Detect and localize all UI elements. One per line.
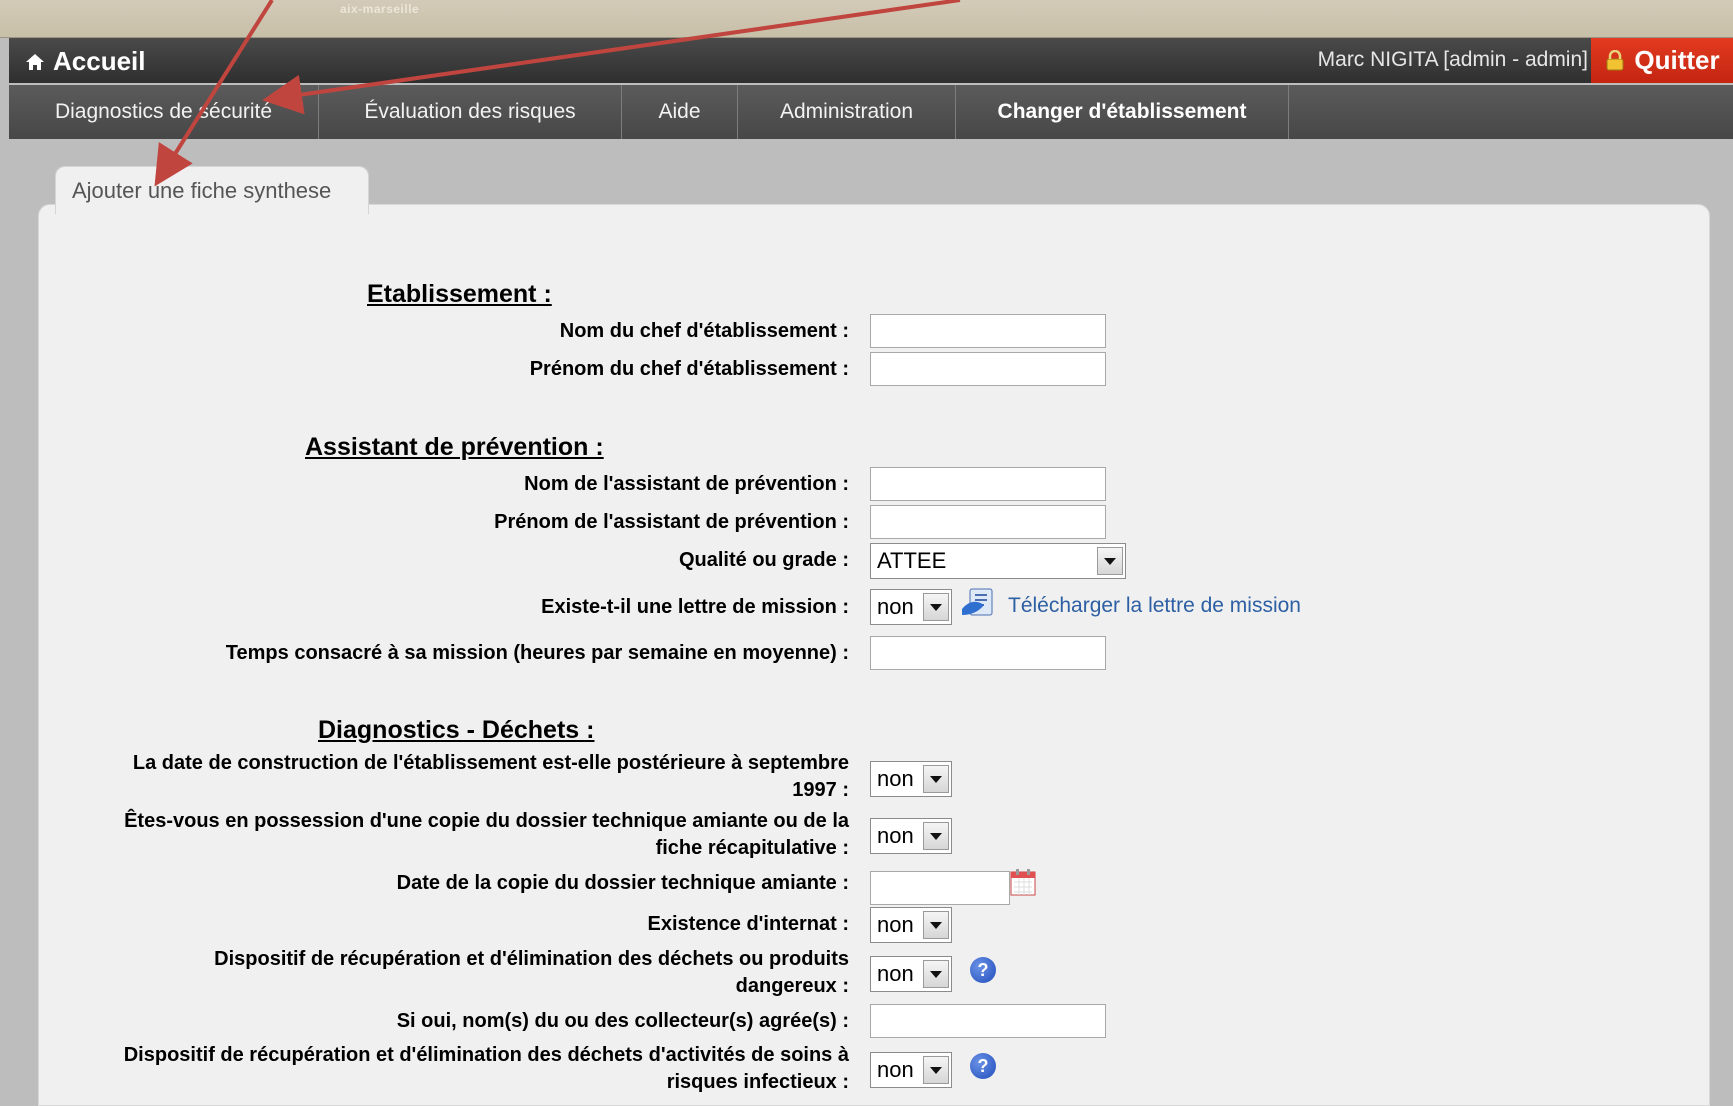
dispositif-dasri-label-line1: Dispositif de récupération et d'éliminat…	[123, 1044, 849, 1066]
dispositif-dangereux-label-line2: dangereux :	[735, 975, 849, 997]
quit-label: Quitter	[1634, 45, 1720, 75]
date-construction-select[interactable]: non	[870, 761, 952, 797]
dispositif-dasri-label: Dispositif de récupération et d'éliminat…	[124, 1042, 849, 1096]
home-label: Accueil	[53, 46, 146, 76]
nom-assistant-input[interactable]	[870, 467, 1106, 501]
home-link[interactable]: Accueil	[25, 46, 146, 77]
date-construction-label-line2: 1997 :	[792, 779, 849, 801]
copie-dta-label-line1: Êtes-vous en possession d'une copie du d…	[124, 810, 849, 832]
menu-item-aide[interactable]: Aide	[622, 85, 738, 139]
section-assistant-title: Assistant de prévention :	[305, 433, 604, 461]
prenom-chef-input[interactable]	[870, 352, 1106, 386]
chevron-down-icon[interactable]	[1097, 547, 1123, 575]
chevron-down-icon[interactable]	[923, 765, 949, 793]
lettre-mission-label: Existe-t-il une lettre de mission :	[541, 596, 849, 618]
lettre-mission-value: non	[877, 594, 914, 619]
dispositif-dasri-select[interactable]: non	[870, 1052, 952, 1088]
qualite-value: ATTEE	[877, 548, 947, 573]
date-construction-label-line1: La date de construction de l'établisseme…	[132, 752, 849, 774]
menu-item-diagnostics[interactable]: Diagnostics de sécurité	[9, 85, 319, 139]
qualite-label: Qualité ou grade :	[678, 549, 849, 571]
chevron-down-icon[interactable]	[923, 960, 949, 988]
lock-icon	[1606, 49, 1624, 70]
dispositif-dasri-label-line2: risques infectieux :	[666, 1071, 849, 1093]
help-icon[interactable]: ?	[970, 957, 996, 983]
quit-button[interactable]: Quitter	[1591, 38, 1733, 83]
qualite-select[interactable]: ATTEE	[870, 543, 1126, 579]
menu-item-changer-etablissement[interactable]: Changer d'établissement	[956, 85, 1289, 139]
internat-label: Existence d'internat :	[647, 913, 849, 935]
copie-dta-value: non	[877, 823, 914, 848]
chevron-down-icon[interactable]	[923, 822, 949, 850]
copie-dta-select[interactable]: non	[870, 818, 952, 854]
title-bar: Accueil Marc NIGITA [admin - admin] Quit…	[9, 38, 1733, 83]
download-document-icon[interactable]	[960, 587, 998, 621]
prenom-assistant-input[interactable]	[870, 505, 1106, 539]
logo-text: aix-marseille	[340, 2, 420, 16]
main-menu: Diagnostics de sécurité Évaluation des r…	[9, 85, 1733, 139]
menu-item-evaluation[interactable]: Évaluation des risques	[319, 85, 622, 139]
dispositif-dangereux-select[interactable]: non	[870, 956, 952, 992]
internat-select[interactable]: non	[870, 907, 952, 943]
date-construction-label: La date de construction de l'établisseme…	[133, 750, 849, 804]
internat-value: non	[877, 912, 914, 937]
chevron-down-icon[interactable]	[923, 1056, 949, 1084]
copie-dta-label-line2: fiche récapitulative :	[655, 837, 849, 859]
chevron-down-icon[interactable]	[923, 593, 949, 621]
collecteurs-input[interactable]	[870, 1004, 1106, 1038]
dispositif-dasri-value: non	[877, 1057, 914, 1082]
section-etablissement-title: Etablissement :	[367, 280, 552, 308]
chevron-down-icon[interactable]	[923, 911, 949, 939]
dispositif-dangereux-value: non	[877, 961, 914, 986]
lettre-mission-select[interactable]: non	[870, 589, 952, 625]
help-icon[interactable]: ?	[970, 1053, 996, 1079]
top-banner: aix-marseille	[0, 0, 1733, 38]
telecharger-lettre-link[interactable]: Télécharger la lettre de mission	[1008, 594, 1301, 618]
date-copie-dta-input[interactable]	[870, 871, 1010, 905]
tab-ajouter-fiche[interactable]: Ajouter une fiche synthese	[55, 166, 369, 214]
home-icon	[26, 53, 44, 70]
prenom-chef-label: Prénom du chef d'établissement :	[529, 358, 849, 380]
nom-chef-input[interactable]	[870, 314, 1106, 348]
date-copie-dta-label: Date de la copie du dossier technique am…	[396, 872, 849, 894]
dispositif-dangereux-label: Dispositif de récupération et d'éliminat…	[214, 946, 849, 1000]
nom-chef-label: Nom du chef d'établissement :	[559, 320, 849, 342]
temps-mission-label: Temps consacré à sa mission (heures par …	[225, 642, 849, 664]
section-dechets-title: Diagnostics - Déchets :	[318, 716, 595, 744]
dispositif-dangereux-label-line1: Dispositif de récupération et d'éliminat…	[214, 948, 849, 970]
nom-assistant-label: Nom de l'assistant de prévention :	[524, 473, 849, 495]
copie-dta-label: Êtes-vous en possession d'une copie du d…	[124, 808, 849, 862]
calendar-icon[interactable]	[1010, 868, 1036, 896]
prenom-assistant-label: Prénom de l'assistant de prévention :	[494, 511, 849, 533]
user-info: Marc NIGITA [admin - admin]	[1317, 48, 1588, 71]
collecteurs-label: Si oui, nom(s) du ou des collecteur(s) a…	[396, 1010, 849, 1032]
temps-mission-input[interactable]	[870, 636, 1106, 670]
date-construction-value: non	[877, 766, 914, 791]
menu-item-administration[interactable]: Administration	[738, 85, 956, 139]
